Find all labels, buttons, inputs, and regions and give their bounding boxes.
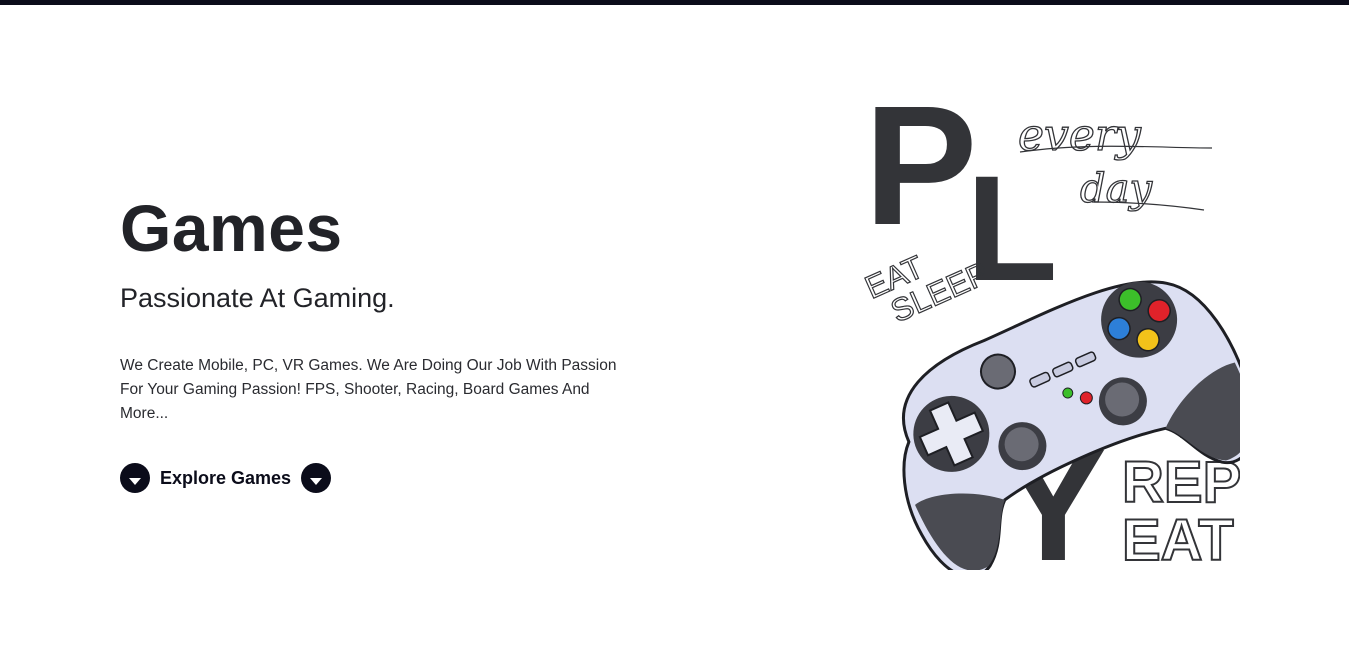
top-bar bbox=[0, 0, 1349, 5]
chevron-down-icon bbox=[120, 463, 150, 493]
repeat-text-2: EAT bbox=[1122, 508, 1234, 570]
explore-games-label: Explore Games bbox=[160, 467, 292, 488]
explore-games-button[interactable]: Explore Games bbox=[120, 462, 640, 494]
script-every: every bbox=[1018, 110, 1142, 161]
chevron-down-icon bbox=[301, 463, 332, 493]
play-controller-illustration: P L A Y every day EAT SLEEP REP EAT bbox=[859, 71, 1256, 594]
hero-description: We Create Mobile, PC, VR Games. We Are D… bbox=[120, 357, 617, 422]
letter-p: P bbox=[864, 90, 977, 261]
hero-section: Games Passionate At Gaming. We Create Mo… bbox=[120, 190, 640, 494]
hero-title: Games bbox=[120, 191, 343, 265]
script-day: day bbox=[1080, 166, 1153, 212]
hero-subtitle: Passionate At Gaming. bbox=[120, 283, 395, 313]
illustration-svg: P L A Y every day EAT SLEEP REP EAT bbox=[859, 71, 1256, 594]
